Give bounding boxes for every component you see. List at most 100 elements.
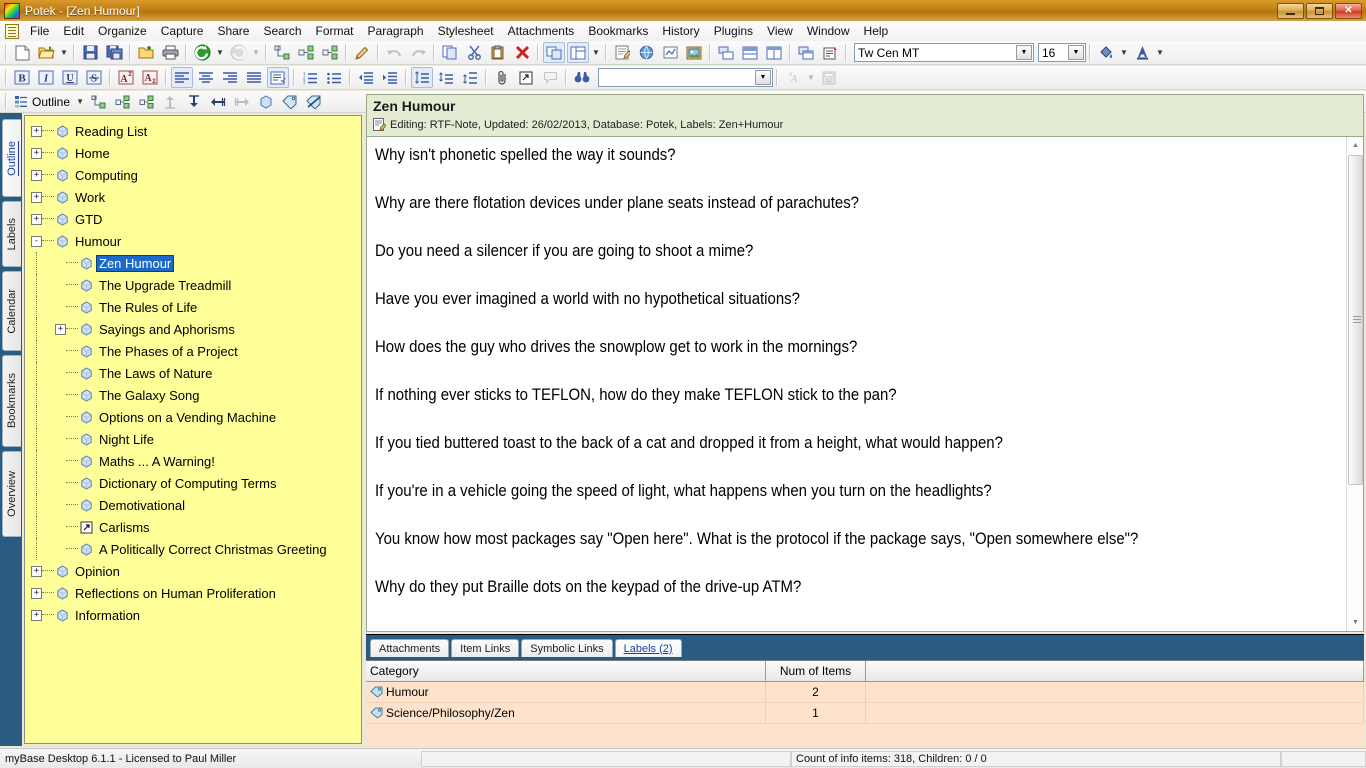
calculator-icon[interactable] [818, 67, 840, 88]
tree-expander[interactable]: + [31, 565, 42, 577]
web-browser-icon[interactable] [635, 42, 657, 63]
tree-item[interactable]: The Phases of a Project [25, 340, 361, 362]
close-button[interactable]: ✕ [1335, 2, 1362, 19]
note-scrollbar[interactable]: ▲ ▼ [1346, 137, 1363, 631]
back-dropdown-icon[interactable]: ▼ [214, 42, 226, 63]
labels-grid[interactable]: Category Num of Items Humour 2 Science/Phi… [366, 660, 1364, 747]
scroll-down-icon[interactable]: ▼ [1347, 614, 1363, 631]
outline-mode-selector[interactable]: Outline [10, 95, 74, 109]
tree-item[interactable]: The Galaxy Song [25, 384, 361, 406]
menu-format[interactable]: Format [309, 22, 361, 40]
tree-item[interactable]: + Sayings and Aphorisms [25, 318, 361, 340]
edit-pencil-icon[interactable] [351, 42, 373, 63]
highlight-icon[interactable]: AA [782, 67, 804, 88]
font-color-icon[interactable] [1131, 42, 1153, 63]
fill-color-dropdown-icon[interactable]: ▼ [1118, 42, 1130, 63]
align-right-icon[interactable] [219, 67, 241, 88]
tab-labels[interactable]: Labels (2) [614, 639, 682, 657]
scroll-up-icon[interactable]: ▲ [1347, 137, 1363, 154]
note-editor-icon[interactable] [611, 42, 633, 63]
menu-window[interactable]: Window [800, 22, 857, 40]
line-spacing-icon[interactable] [411, 67, 433, 88]
restore-button[interactable] [1306, 2, 1333, 19]
delete-x-icon[interactable] [511, 42, 533, 63]
tree-expander[interactable]: + [55, 323, 66, 335]
new-document-icon[interactable] [11, 42, 33, 63]
table-row[interactable]: Science/Philosophy/Zen 1 [366, 703, 1364, 724]
outline-tree[interactable]: + Reading List + Home + Computing + Work + GTD - Hu… [24, 115, 362, 744]
hyperlink-icon[interactable] [515, 67, 537, 88]
tree-item[interactable]: + Opinion [25, 560, 361, 582]
clear-labels-icon[interactable] [303, 91, 325, 112]
menu-plugins[interactable]: Plugins [707, 22, 760, 40]
tree-child-icon[interactable] [271, 42, 293, 63]
underline-icon[interactable]: U [59, 67, 81, 88]
menu-capture[interactable]: Capture [154, 22, 211, 40]
column-header-extra[interactable] [866, 661, 1364, 681]
highlight-dropdown-icon[interactable]: ▼ [805, 67, 817, 88]
tree-item[interactable]: + Information [25, 604, 361, 626]
align-justify-icon[interactable] [243, 67, 265, 88]
italic-icon[interactable]: I [35, 67, 57, 88]
paragraph-format-icon[interactable] [267, 67, 289, 88]
tree-item[interactable]: Options on a Vending Machine [25, 406, 361, 428]
font-family-combo[interactable]: Tw Cen MT ▼ [854, 43, 1034, 62]
tree-item[interactable]: - Humour [25, 230, 361, 252]
promote-icon[interactable] [207, 91, 229, 112]
tree-item[interactable]: Night Life [25, 428, 361, 450]
tree-expander[interactable]: + [31, 587, 42, 599]
layout-dropdown-icon[interactable]: ▼ [590, 42, 602, 63]
tile-windows-icon[interactable] [715, 42, 737, 63]
open-dropdown-icon[interactable]: ▼ [58, 42, 70, 63]
tree-expander[interactable]: + [31, 125, 42, 137]
menu-history[interactable]: History [655, 22, 706, 40]
unordered-list-icon[interactable] [323, 67, 345, 88]
menu-organize[interactable]: Organize [91, 22, 154, 40]
sidebar-tab-overview[interactable]: Overview [2, 451, 21, 537]
add-sibling-node-icon[interactable] [111, 91, 133, 112]
table-row[interactable]: Humour 2 [366, 682, 1364, 703]
tree-item[interactable]: Maths ... A Warning! [25, 450, 361, 472]
move-down-icon[interactable] [183, 91, 205, 112]
column-header-category[interactable]: Category [366, 661, 766, 681]
column-header-num-of-items[interactable]: Num of Items [766, 661, 866, 681]
tree-item[interactable]: Demotivational [25, 494, 361, 516]
node-properties-icon[interactable] [255, 91, 277, 112]
stack-windows-icon[interactable] [739, 42, 761, 63]
superscript-icon[interactable]: A2 [115, 67, 137, 88]
tree-item[interactable]: The Upgrade Treadmill [25, 274, 361, 296]
align-center-icon[interactable] [195, 67, 217, 88]
space-before-icon[interactable] [435, 67, 457, 88]
columns-icon[interactable] [763, 42, 785, 63]
paste-icon[interactable] [487, 42, 509, 63]
tree-item[interactable]: + Work [25, 186, 361, 208]
tab-attachments[interactable]: Attachments [370, 639, 450, 657]
tree-expander[interactable]: + [31, 191, 42, 203]
forward-dropdown-icon[interactable]: ▼ [250, 42, 262, 63]
cascade-icon[interactable] [795, 42, 817, 63]
menu-search[interactable]: Search [256, 22, 308, 40]
menu-file[interactable]: File [23, 22, 56, 40]
tree-item[interactable]: The Rules of Life [25, 296, 361, 318]
demote-icon[interactable] [231, 91, 253, 112]
find-binoculars-icon[interactable] [571, 67, 593, 88]
font-size-dropdown-icon[interactable]: ▼ [1068, 45, 1084, 60]
properties-icon[interactable] [819, 42, 841, 63]
tree-expander[interactable]: + [31, 147, 42, 159]
tree-sibling-icon[interactable] [295, 42, 317, 63]
tree-expander[interactable]: + [31, 169, 42, 181]
tree-item[interactable]: + Reading List [25, 120, 361, 142]
save-icon[interactable] [79, 42, 101, 63]
ordered-list-icon[interactable]: 123 [299, 67, 321, 88]
tree-expander[interactable]: + [31, 213, 42, 225]
cut-icon[interactable] [463, 42, 485, 63]
save-all-icon[interactable] [103, 42, 125, 63]
menu-stylesheet[interactable]: Stylesheet [431, 22, 501, 40]
tree-expander[interactable]: + [31, 609, 42, 621]
style-dropdown-icon[interactable]: ▼ [755, 70, 771, 85]
forward-icon[interactable] [227, 42, 249, 63]
tab-item-links[interactable]: Item Links [451, 639, 520, 657]
menu-edit[interactable]: Edit [56, 22, 91, 40]
note-editor[interactable]: Why isn't phonetic spelled the way it so… [366, 136, 1364, 632]
menu-paragraph[interactable]: Paragraph [361, 22, 431, 40]
